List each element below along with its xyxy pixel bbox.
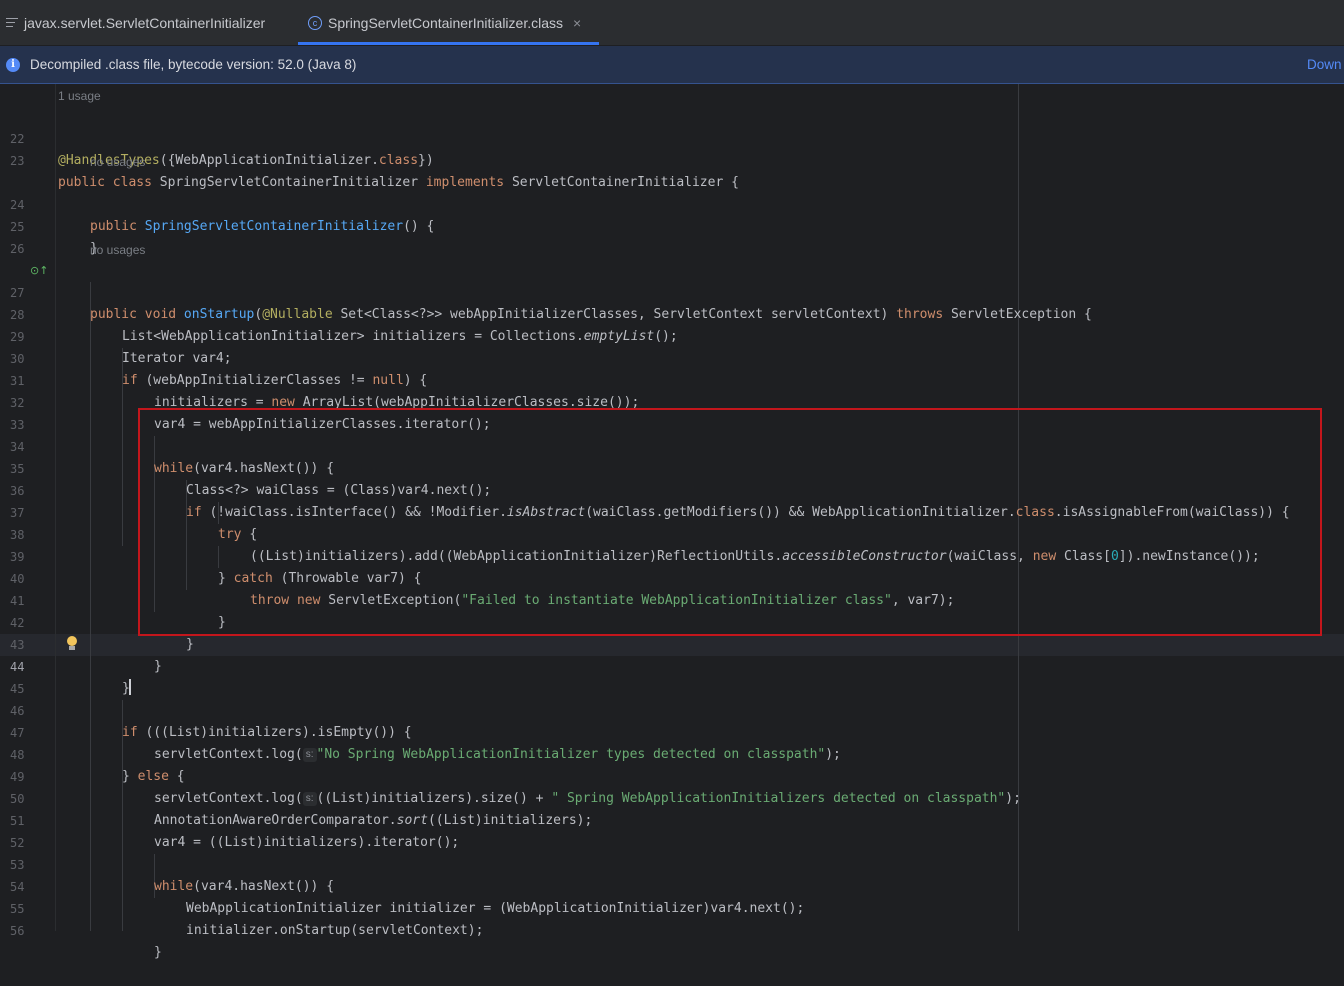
class-icon: c — [308, 15, 322, 30]
code-line-55: 55 initializer.onStartup(servletContext)… — [0, 876, 1344, 938]
code-line-45: 45 — [0, 656, 1344, 696]
download-sources-link[interactable]: Down — [1307, 57, 1342, 72]
code-line-52: 52 — [0, 810, 1344, 850]
code-line-46: 46 if (((List)initializers).isEmpty()) { — [0, 678, 1344, 740]
code-line-30: 30 if (webAppInitializerClasses != null)… — [0, 326, 1344, 388]
tab-servlet-container-initializer[interactable]: javax.servlet.ServletContainerInitialize… — [6, 0, 265, 45]
code-line-32: 32 var4 = webAppInitializerClasses.itera… — [0, 370, 1344, 432]
usage-hint[interactable]: no usages — [90, 243, 145, 257]
code-line-54: 54 WebApplicationInitializer initializer… — [0, 854, 1344, 916]
usage-hint[interactable]: 1 usage — [58, 89, 101, 103]
tab-label: javax.servlet.ServletContainerInitialize… — [24, 14, 266, 31]
code-line-48: 48 } else { — [0, 722, 1344, 784]
code-line-31: 31 initializers = new ArrayList(webAppIn… — [0, 348, 1344, 410]
code-line-24: 24 public SpringServletContainerInitiali… — [0, 172, 1344, 234]
code-line-27: 27 public void onStartup(@Nullable Set<C… — [0, 260, 1344, 322]
code-line-47: 47 servletContext.log(s: "No Spring WebAp… — [0, 700, 1344, 762]
line-number: 56 — [10, 924, 25, 938]
decompiled-banner: i Decompiled .class file, bytecode versi… — [0, 46, 1344, 84]
code-line-53: 53 while(var4.hasNext()) { — [0, 832, 1344, 894]
code-line-25: 25 } — [0, 194, 1344, 256]
banner-message: Decompiled .class file, bytecode version… — [30, 57, 357, 72]
code-line-50: 50 AnnotationAwareOrderComparator.sort((… — [0, 766, 1344, 828]
code-line-22: 22 @HandlesTypes({WebApplicationInitiali… — [0, 106, 1344, 168]
close-icon[interactable]: × — [573, 15, 581, 31]
editor-tab-bar: javax.servlet.ServletContainerInitialize… — [0, 0, 1344, 46]
code-line-23: 23 public class SpringServletContainerIn… — [0, 128, 1344, 190]
code-line-51: 51 var4 = ((List)initializers).iterator(… — [0, 788, 1344, 850]
code-line-56: 56 } — [0, 898, 1344, 960]
info-icon: i — [6, 57, 20, 72]
tab-spring-servlet-container-initializer[interactable]: c SpringServletContainerInitializer.clas… — [297, 0, 600, 45]
code-line-28: 28 List<WebApplicationInitializer> initi… — [0, 282, 1344, 344]
line-number: 23 — [10, 154, 25, 168]
usage-hint[interactable]: no usages — [90, 155, 145, 169]
code-line-29: 29 Iterator var4; — [0, 304, 1344, 366]
tab-label: SpringServletContainerInitializer.class — [328, 14, 563, 31]
line-number: 26 — [10, 242, 25, 256]
code-line-49: 49 servletContext.log(s: ((List)initializ… — [0, 744, 1344, 806]
code-editor[interactable]: 1 usage 22 @HandlesTypes({WebApplication… — [0, 84, 1344, 960]
code-line-44: 44 } — [0, 634, 1344, 696]
highlight-box — [138, 408, 1322, 636]
code-line-26: 26 — [0, 216, 1344, 256]
file-lines-icon — [6, 18, 18, 27]
